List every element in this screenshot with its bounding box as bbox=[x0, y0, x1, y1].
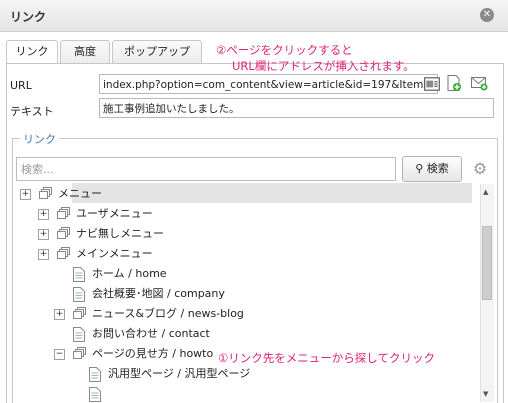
expand-toggle[interactable]: + bbox=[38, 249, 49, 260]
scroll-down-icon[interactable]: ▼ bbox=[483, 390, 488, 398]
tree-item-label: お問い合わせ / contact bbox=[92, 327, 210, 340]
expand-toggle[interactable]: + bbox=[38, 229, 49, 240]
search-icon: ⚲ bbox=[415, 162, 424, 175]
dialog-titlebar: リンク ✕ bbox=[0, 0, 508, 32]
gear-icon[interactable]: ⚙ bbox=[471, 160, 489, 178]
browse-icon[interactable] bbox=[423, 75, 441, 93]
collapse-toggle[interactable]: − bbox=[54, 349, 65, 360]
page-icon bbox=[73, 287, 85, 302]
close-icon[interactable]: ✕ bbox=[480, 8, 494, 22]
page-icon bbox=[89, 367, 101, 382]
tab-advanced[interactable]: 高度 bbox=[60, 40, 110, 63]
menu-group-icon bbox=[57, 227, 70, 239]
url-field[interactable]: index.php?option=com_content&view=articl… bbox=[99, 74, 438, 94]
expand-toggle[interactable]: + bbox=[20, 189, 31, 200]
search-button[interactable]: ⚲ 検索 bbox=[402, 156, 462, 182]
link-legend: リンク bbox=[20, 131, 59, 147]
tab-link[interactable]: リンク bbox=[6, 40, 58, 64]
annotation-bottom: ①リンク先をメニューから探してクリック bbox=[218, 351, 435, 365]
annotation-top-line1: ②ページをクリックすると bbox=[216, 43, 353, 57]
page-icon bbox=[89, 387, 101, 402]
tree-item-label: ユーザメニュー bbox=[76, 207, 153, 220]
email-icon[interactable] bbox=[470, 74, 488, 92]
menu-group-icon bbox=[57, 247, 70, 259]
tree-item-label: ナビ無しメニュー bbox=[76, 227, 164, 240]
expand-toggle[interactable]: + bbox=[38, 209, 49, 220]
tree-scrollbar[interactable]: ▲ ▼ bbox=[480, 184, 494, 402]
expand-toggle[interactable]: + bbox=[54, 309, 65, 320]
scroll-up-icon[interactable]: ▲ bbox=[483, 188, 488, 196]
tree-item-label: ホーム / home bbox=[92, 267, 167, 280]
text-label: テキスト bbox=[10, 105, 54, 118]
menu-group-icon bbox=[39, 187, 52, 199]
tree-item-label: メインメニュー bbox=[76, 247, 153, 260]
page-icon bbox=[73, 267, 85, 282]
annotation-top-line2: URL欄にアドレスが挿入されます。 bbox=[232, 59, 415, 73]
menu-group-icon bbox=[57, 207, 70, 219]
tree-item-label: 汎用型ページ / 汎用型ページ bbox=[108, 367, 251, 380]
tree-item-label: メニュー bbox=[58, 187, 102, 200]
menu-group-icon bbox=[73, 347, 86, 359]
page-icon bbox=[73, 327, 85, 342]
tree-item-label: ニュース&ブログ / news-blog bbox=[92, 307, 244, 320]
tree-item-label: 会社概要･地図 / company bbox=[92, 287, 225, 300]
dialog-title: リンク bbox=[10, 10, 47, 24]
scroll-thumb[interactable] bbox=[482, 226, 492, 300]
tree-item-label: ページの見せ方 / howto bbox=[92, 347, 214, 360]
text-field[interactable]: 施工事例追加いたしました。 bbox=[99, 98, 494, 118]
menu-tree: + メニュー + ユーザメニュー + ナビ無しメニュー + メインメニュー ホー… bbox=[16, 184, 480, 402]
search-input[interactable]: 検索... bbox=[16, 157, 396, 181]
menu-group-icon bbox=[73, 307, 86, 319]
url-label: URL bbox=[10, 79, 32, 92]
search-button-label: 検索 bbox=[426, 162, 449, 175]
add-page-icon[interactable] bbox=[445, 74, 463, 92]
tab-popup[interactable]: ポップアップ bbox=[112, 40, 202, 63]
